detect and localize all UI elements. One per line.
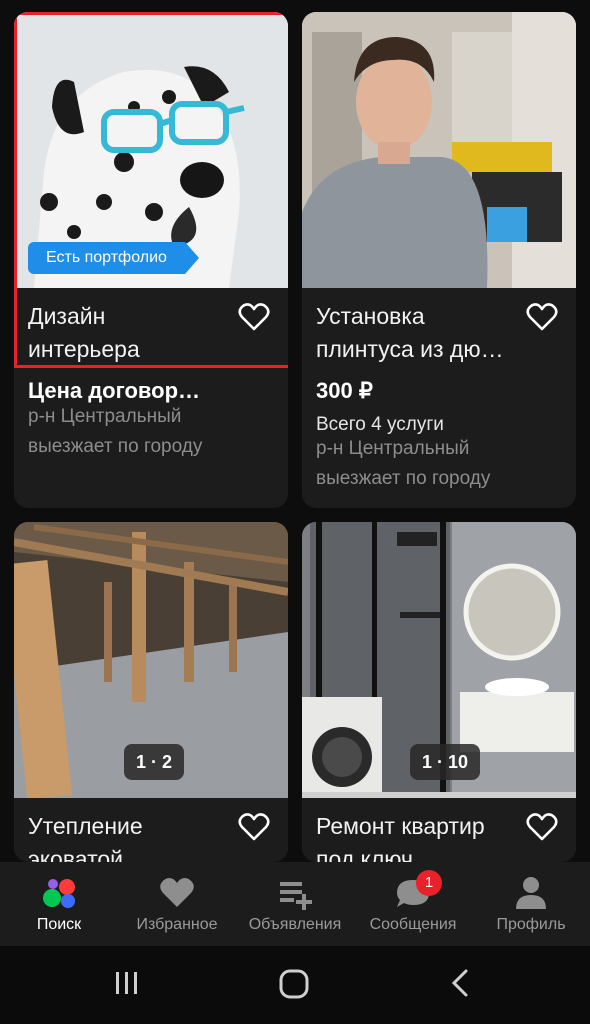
listing-photo[interactable]: 1 · 2: [14, 522, 288, 798]
tab-label: Объявления: [248, 916, 342, 933]
tab-label: Профиль: [496, 916, 566, 933]
favorite-heart-icon[interactable]: [526, 302, 558, 332]
favorite-heart-icon[interactable]: [238, 302, 270, 332]
listing-photo[interactable]: [302, 12, 576, 288]
listing-title: Ремонт квартир под ключ: [316, 813, 485, 862]
tab-search[interactable]: Поиск: [0, 862, 118, 946]
tab-label: Сообщения: [369, 916, 457, 933]
listing-price: Цена договор…: [28, 378, 201, 403]
bottom-tab-bar: Поиск Избранное Объявления 1 Сообщения П…: [0, 862, 590, 946]
tab-listings[interactable]: Объявления: [236, 862, 354, 946]
home-icon[interactable]: [278, 968, 310, 1000]
man-portrait-photo: [302, 12, 576, 288]
portfolio-badge: Есть портфолио: [28, 242, 199, 274]
favorite-heart-icon[interactable]: [526, 812, 558, 842]
tab-favorites[interactable]: Избранное: [118, 862, 236, 946]
tab-label: Избранное: [136, 916, 218, 933]
search-dots-icon: [43, 879, 75, 908]
photo-counter: 1 · 2: [124, 744, 185, 780]
listing-location: р-н Центральный выезжает по городу: [28, 406, 203, 457]
person-icon: [516, 877, 546, 909]
listing-card-apartment-renovation[interactable]: 1 · 10 Ремонт квартир под ключ: [302, 522, 576, 862]
listing-services-count: Всего 4 услуги: [316, 414, 444, 435]
notification-badge: 1: [416, 870, 442, 896]
heart-icon: [160, 878, 194, 907]
favorite-heart-icon[interactable]: [238, 812, 270, 842]
listing-card-insulation[interactable]: 1 · 2 Утепление эковатой: [14, 522, 288, 862]
recent-apps-icon[interactable]: [112, 968, 142, 998]
photo-counter: 1 · 10: [410, 744, 481, 780]
listing-photo[interactable]: 1 · 10: [302, 522, 576, 798]
listing-location: р-н Центральный выезжает по городу: [316, 438, 491, 489]
back-icon[interactable]: [446, 968, 476, 998]
listing-title: Утепление эковатой: [28, 813, 143, 862]
system-navigation-bar: [0, 946, 590, 1024]
tab-label: Поиск: [36, 916, 82, 933]
listing-price: 300 ₽: [316, 378, 373, 403]
tab-messages[interactable]: 1 Сообщения: [354, 862, 472, 946]
listings-add-icon: [280, 882, 312, 910]
listing-photo[interactable]: Есть портфолио: [14, 12, 288, 288]
listing-card-interior-design[interactable]: Есть портфолио Дизайн интерьера Цена дог…: [14, 12, 288, 508]
tab-profile[interactable]: Профиль: [472, 862, 590, 946]
listing-title: Установка плинтуса из дю…: [316, 303, 504, 362]
listing-card-plinth-install[interactable]: Установка плинтуса из дю… 300 ₽ Всего 4 …: [302, 12, 576, 508]
listing-title: Дизайн интерьера: [28, 303, 140, 362]
